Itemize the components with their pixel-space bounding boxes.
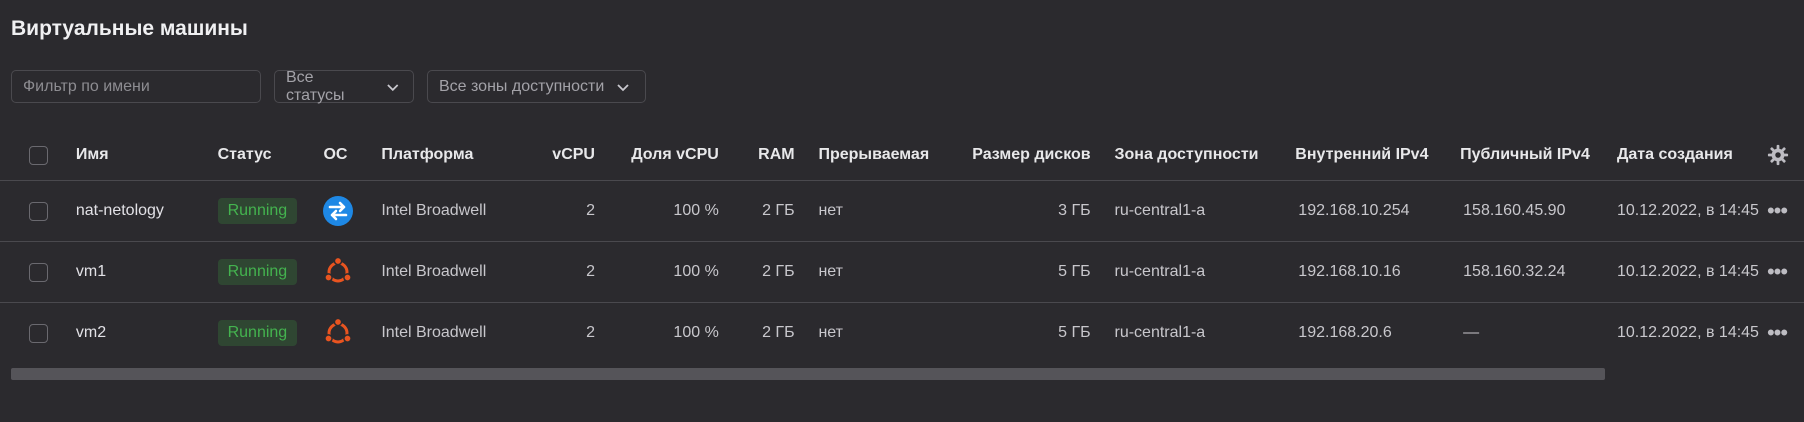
vm-zone: ru-central1-a xyxy=(1114,241,1296,303)
status-filter-select[interactable]: Все статусы xyxy=(274,68,414,104)
col-preemptible[interactable]: Прерываемая xyxy=(818,130,973,181)
vm-name[interactable]: vm2 xyxy=(76,303,218,364)
gear-icon[interactable] xyxy=(1767,144,1789,166)
col-vcpu-share[interactable]: Доля vCPU xyxy=(594,130,719,181)
col-zone[interactable]: Зона доступности xyxy=(1114,130,1296,181)
row-actions-icon[interactable]: ••• xyxy=(1767,198,1788,223)
vm-vcpu: 2 xyxy=(586,324,595,341)
col-created[interactable]: Дата создания xyxy=(1617,130,1767,181)
vm-vcpu-share: 100 % xyxy=(673,324,719,341)
vm-name[interactable]: nat-netology xyxy=(75,180,218,242)
vm-name[interactable]: vm1 xyxy=(75,241,218,303)
vm-zone: ru-central1-a xyxy=(1114,324,1206,341)
vm-ram: 2 ГБ xyxy=(718,180,795,242)
name-filter-input[interactable]: Фильтр по имени xyxy=(11,70,261,103)
vm-platform: Intel Broadwell xyxy=(381,324,487,341)
table-header-row: Имя Статус ОС Платформа vCPU Доля vCPU R… xyxy=(0,130,1804,181)
chevron-down-icon xyxy=(617,83,629,91)
vm-internal-ip: 192.168.10.16 xyxy=(1295,241,1461,303)
vm-preemptible: нет xyxy=(818,180,973,242)
vm-disk-size: 5 ГБ xyxy=(1058,324,1091,341)
vm-table: Имя Статус ОС Платформа vCPU Доля vCPU R… xyxy=(0,130,1804,363)
ubuntu-icon xyxy=(324,257,353,283)
vm-public-ip: — xyxy=(1463,324,1480,341)
vm-vcpu: 2 xyxy=(527,180,595,242)
vm-created: 10.12.2022, в 14:45 xyxy=(1617,241,1767,303)
vm-preemptible: нет xyxy=(818,241,973,303)
row-checkbox[interactable] xyxy=(29,323,48,343)
row-checkbox[interactable] xyxy=(29,201,48,221)
vm-ram: 2 ГБ xyxy=(762,324,795,341)
vm-internal-ip: 192.168.10.254 xyxy=(1295,180,1461,242)
zone-filter-select[interactable]: Все зоны доступности xyxy=(427,70,646,103)
table-row[interactable]: vm1 Running Intel Broadwell 2 100 % 2 ГБ… xyxy=(0,241,1804,303)
zone-filter-value: Все зоны доступности xyxy=(439,77,605,95)
row-checkbox[interactable] xyxy=(29,262,48,282)
status-badge: Running xyxy=(217,259,298,285)
col-os[interactable]: ОС xyxy=(323,130,382,181)
status-filter-value: Все статусы xyxy=(286,68,345,104)
vm-created: 10.12.2022, в 14:45 xyxy=(1617,324,1759,341)
vm-vcpu-share: 100 % xyxy=(594,241,719,303)
vm-disk-size: 5 ГБ xyxy=(972,241,1091,303)
table-row[interactable]: nat-netology Running Intel Broadwell 2 1… xyxy=(0,180,1804,242)
col-platform[interactable]: Платформа xyxy=(381,130,528,181)
horizontal-scrollbar[interactable] xyxy=(11,368,1605,380)
nat-instance-icon xyxy=(323,196,354,226)
vm-preemptible: нет xyxy=(818,324,843,341)
col-status[interactable]: Статус xyxy=(217,130,324,181)
vm-public-ip: 158.160.45.90 xyxy=(1460,180,1617,242)
select-all-checkbox[interactable] xyxy=(29,145,48,165)
vm-zone: ru-central1-a xyxy=(1114,180,1296,242)
vm-vcpu-share: 100 % xyxy=(594,180,719,242)
name-filter-placeholder: Фильтр по имени xyxy=(23,77,150,95)
col-name[interactable]: Имя xyxy=(75,130,218,181)
status-badge: Running xyxy=(217,320,298,346)
vm-vcpu: 2 xyxy=(527,241,595,303)
col-vcpu[interactable]: vCPU xyxy=(527,130,595,181)
row-actions-icon[interactable]: ••• xyxy=(1767,320,1788,345)
chevron-down-icon xyxy=(387,83,399,91)
filter-bar: Фильтр по имени Все статусы Все зоны дос… xyxy=(11,68,646,104)
vm-disk-size: 3 ГБ xyxy=(972,180,1091,242)
vm-public-ip: 158.160.32.24 xyxy=(1460,241,1617,303)
row-actions-icon[interactable]: ••• xyxy=(1767,259,1788,284)
col-ram[interactable]: RAM xyxy=(718,130,795,181)
page-title: Виртуальные машины xyxy=(11,17,248,40)
col-internal-ip[interactable]: Внутренний IPv4 xyxy=(1295,130,1461,181)
vm-ram: 2 ГБ xyxy=(718,241,795,303)
vm-internal-ip: 192.168.20.6 xyxy=(1298,324,1392,341)
status-badge: Running xyxy=(217,198,298,224)
table-row[interactable]: vm2 Running Intel Broadwell 2 100 % 2 ГБ… xyxy=(0,303,1804,364)
vm-platform: Intel Broadwell xyxy=(381,180,528,242)
vm-created: 10.12.2022, в 14:45 xyxy=(1617,180,1767,242)
ubuntu-icon xyxy=(324,318,353,344)
col-disk-size[interactable]: Размер дисков xyxy=(972,130,1091,181)
vm-platform: Intel Broadwell xyxy=(381,241,528,303)
col-public-ip[interactable]: Публичный IPv4 xyxy=(1460,130,1617,181)
